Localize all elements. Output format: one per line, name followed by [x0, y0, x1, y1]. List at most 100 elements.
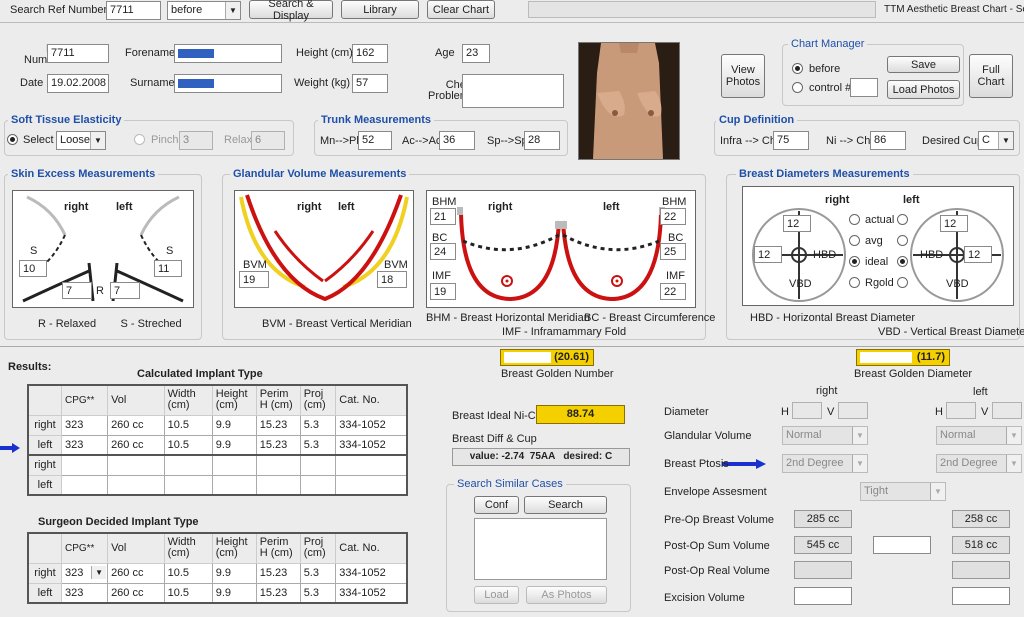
table-cell[interactable]: 10.5	[163, 562, 213, 584]
table-cell[interactable]: 15.23	[255, 414, 301, 436]
diameter-option-right-radio[interactable]	[849, 277, 860, 288]
table-row[interactable]: left	[27, 474, 408, 496]
mode-select[interactable]: before ▼	[167, 1, 241, 20]
table-cell[interactable]: 15.23	[255, 582, 301, 604]
table-cell[interactable]: 334-1052	[335, 414, 408, 436]
pinch-input[interactable]: 3	[179, 131, 213, 150]
bvm-left-input[interactable]: 18	[377, 271, 407, 288]
table-row[interactable]: right 323 ▼ 260 cc 10.5 9.9 15.23 5.3 334-1052	[27, 562, 408, 584]
view-photos-button[interactable]: View Photos	[721, 54, 765, 98]
table-cell[interactable]: 323	[60, 582, 109, 604]
clear-chart-button[interactable]: Clear Chart	[427, 0, 495, 19]
h-left-input[interactable]	[946, 402, 976, 419]
diameter-option-left-radio[interactable]	[897, 214, 908, 225]
table-cell[interactable]: 323	[60, 414, 109, 436]
table-cell[interactable]	[163, 454, 213, 476]
imf-left-input[interactable]: 22	[660, 283, 686, 300]
relax-input[interactable]: 6	[251, 131, 285, 150]
table-cell[interactable]: 5.3	[299, 434, 337, 456]
patient-photo[interactable]	[578, 42, 680, 160]
control-radio[interactable]	[792, 82, 803, 93]
as-photos-button[interactable]: As Photos	[526, 586, 607, 604]
imf-right-input[interactable]: 19	[430, 283, 456, 300]
table-cell[interactable]	[255, 454, 301, 476]
bc-right-input[interactable]: 24	[430, 243, 456, 260]
excision-right-input[interactable]	[794, 587, 852, 605]
table-cell[interactable]	[60, 454, 109, 476]
table-cell[interactable]: 5.3	[299, 562, 337, 584]
table-cell[interactable]	[107, 474, 165, 496]
excision-left-input[interactable]	[952, 587, 1010, 605]
diameter-option-left-radio[interactable]	[897, 277, 908, 288]
diameter-option-left-radio[interactable]	[897, 235, 908, 246]
select-radio[interactable]	[7, 134, 18, 145]
date-input[interactable]: 19.02.2008	[47, 74, 109, 93]
table-cell[interactable]: 334-1052	[335, 434, 408, 456]
ptosis-right-select[interactable]: 2nd Degree ▼	[782, 454, 868, 473]
diameter-option-right-radio[interactable]	[849, 214, 860, 225]
table-cell[interactable]: 323	[60, 434, 109, 456]
table-cell[interactable]	[335, 454, 408, 476]
table-cell[interactable]: 260 cc	[107, 582, 165, 604]
ptosis-left-select[interactable]: 2nd Degree ▼	[936, 454, 1022, 473]
table-cell[interactable]: 260 cc	[107, 414, 165, 436]
desired-cup-select[interactable]: C ▼	[978, 131, 1014, 150]
cpg-select-value[interactable]: 323	[65, 567, 83, 579]
s-right-input[interactable]: 10	[19, 260, 47, 277]
table-cell[interactable]	[211, 474, 257, 496]
gv-right-select[interactable]: Normal ▼	[782, 426, 868, 445]
table-cell[interactable]: 260 cc	[107, 562, 165, 584]
age-input[interactable]: 23	[462, 44, 490, 63]
table-cell[interactable]	[211, 454, 257, 476]
mn-pb-input[interactable]: 52	[358, 131, 392, 150]
table-row[interactable]: right	[27, 454, 408, 476]
vbd-right-input[interactable]: 12	[783, 215, 811, 232]
search-ref-input[interactable]: 7711	[106, 1, 161, 20]
table-row[interactable]: right 323 260 cc 10.5 9.9 15.23 5.3 334-1052	[27, 414, 408, 436]
table-cell[interactable]	[163, 474, 213, 496]
full-chart-button[interactable]: Full Chart	[969, 54, 1013, 98]
bvm-right-input[interactable]: 19	[239, 271, 269, 288]
chest-problems-input[interactable]	[462, 74, 564, 108]
r-right-input[interactable]: 7	[62, 282, 92, 299]
surname-input[interactable]	[174, 74, 282, 93]
similar-cases-list[interactable]	[474, 518, 607, 580]
table-cell[interactable]: 10.5	[163, 434, 213, 456]
table-cell[interactable]	[255, 474, 301, 496]
search-display-button[interactable]: Search & Display	[249, 0, 333, 22]
postop-sum-mid-input[interactable]	[873, 536, 931, 554]
table-cell[interactable]: 334-1052	[335, 562, 408, 584]
table-cell[interactable]: 260 cc	[107, 434, 165, 456]
table-cell[interactable]: 15.23	[255, 562, 301, 584]
chevron-down-icon[interactable]: ▼	[91, 565, 107, 579]
envelope-select[interactable]: Tight ▼	[860, 482, 946, 501]
forename-input[interactable]	[174, 44, 282, 63]
diameter-option-left-radio[interactable]	[897, 256, 908, 267]
hbd-right-input[interactable]: 12	[754, 246, 782, 263]
height-input[interactable]: 162	[352, 44, 388, 63]
sp-sp-input[interactable]: 28	[524, 131, 560, 150]
table-cell[interactable]: 9.9	[211, 562, 257, 584]
load-similar-button[interactable]: Load	[474, 586, 519, 604]
table-cell[interactable]	[299, 474, 337, 496]
save-button[interactable]: Save	[887, 56, 960, 73]
v-right-input[interactable]	[838, 402, 868, 419]
diameter-option-right-radio[interactable]	[849, 235, 860, 246]
table-cell[interactable]: 9.9	[211, 434, 257, 456]
table-cell[interactable]: 334-1052	[335, 582, 408, 604]
bc-left-input[interactable]: 25	[660, 243, 686, 260]
table-cell[interactable]: 323 ▼	[60, 562, 109, 584]
conf-button[interactable]: Conf	[474, 496, 519, 514]
library-button[interactable]: Library	[341, 0, 419, 19]
h-right-input[interactable]	[792, 402, 822, 419]
elasticity-select[interactable]: Loose ▼	[56, 131, 106, 150]
hbd-left-input[interactable]: 12	[964, 246, 992, 263]
ref-number-input[interactable]: 7711	[47, 44, 109, 63]
control-input[interactable]	[850, 78, 878, 97]
r-left-input[interactable]: 7	[110, 282, 140, 299]
s-left-input[interactable]: 11	[154, 260, 182, 277]
table-cell[interactable]: 5.3	[299, 414, 337, 436]
ac-ac-input[interactable]: 36	[439, 131, 475, 150]
weight-input[interactable]: 57	[352, 74, 388, 93]
before-radio[interactable]	[792, 63, 803, 74]
